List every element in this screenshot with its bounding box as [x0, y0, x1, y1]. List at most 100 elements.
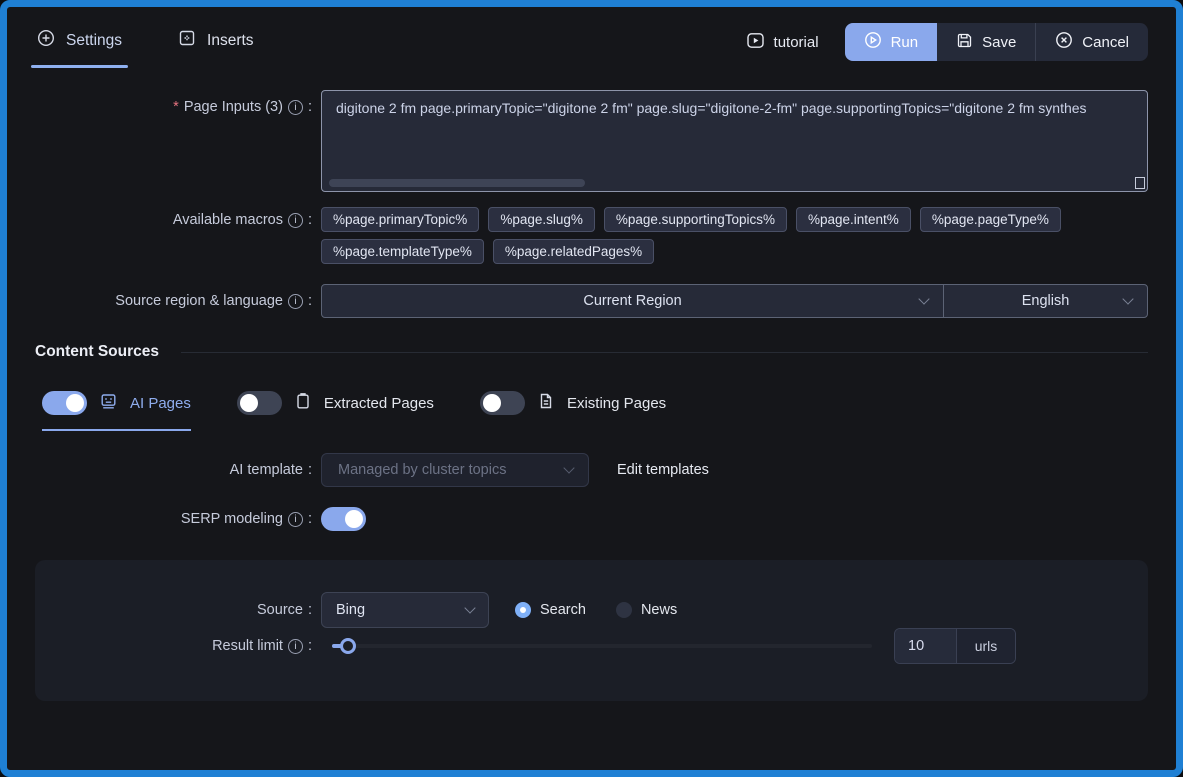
horizontal-scrollbar[interactable] [329, 179, 585, 187]
macro-chip[interactable]: %page.slug% [488, 207, 595, 232]
source-select[interactable]: Bing [321, 592, 489, 628]
language-select[interactable]: English [943, 285, 1147, 317]
info-icon[interactable]: i [288, 213, 303, 228]
page-inputs-control: digitone 2 fm page.primaryTopic="digiton… [321, 90, 1148, 192]
chevron-down-icon [563, 462, 574, 473]
info-icon[interactable]: i [288, 639, 303, 654]
search-radio-item[interactable]: Search [515, 602, 586, 618]
tab-inserts[interactable]: Inserts [176, 23, 256, 68]
cancel-label: Cancel [1082, 34, 1129, 51]
page-inputs-label: * Page Inputs (3) i : [35, 90, 312, 115]
info-icon[interactable]: i [288, 100, 303, 115]
region-language-label: Source region & language i : [35, 293, 312, 309]
content-source-toggles: AI Pages Extracted Pages Existing Pages [42, 391, 1148, 431]
chevron-down-icon [1122, 293, 1133, 304]
extracted-pages-label: Extracted Pages [324, 395, 434, 412]
extracted-pages-toggle-item[interactable]: Extracted Pages [237, 391, 434, 431]
macro-chip[interactable]: %page.supportingTopics% [604, 207, 787, 232]
ai-pages-label: AI Pages [130, 395, 191, 412]
ai-pages-toggle-item[interactable]: AI Pages [42, 391, 191, 431]
region-select-value: Current Region [583, 293, 681, 309]
language-select-value: English [1022, 293, 1070, 309]
robot-icon [99, 392, 118, 415]
serp-modeling-switch[interactable] [321, 507, 366, 531]
serp-modeling-row: SERP modeling i : [35, 507, 1148, 531]
source-select-value: Bing [336, 602, 365, 618]
ai-template-label: AI template : [35, 462, 312, 478]
play-circle-icon [864, 31, 882, 53]
result-limit-slider[interactable] [332, 628, 872, 664]
news-radio-item[interactable]: News [616, 602, 677, 618]
serp-settings-panel: Source : Bing Search News [35, 560, 1148, 701]
resize-handle[interactable] [1135, 177, 1145, 189]
macro-chip[interactable]: %page.intent% [796, 207, 911, 232]
content-sources-title: Content Sources [35, 343, 159, 361]
slider-track[interactable] [332, 644, 872, 648]
page-inputs-textarea[interactable]: digitone 2 fm page.primaryTopic="digiton… [321, 90, 1148, 192]
divider [181, 352, 1148, 353]
region-select[interactable]: Current Region [322, 285, 943, 317]
cancel-button[interactable]: Cancel [1035, 23, 1148, 61]
search-radio[interactable] [515, 602, 531, 618]
ai-pages-switch[interactable] [42, 391, 87, 415]
run-button[interactable]: Run [845, 23, 938, 61]
video-play-icon [746, 31, 765, 54]
tab-inserts-label: Inserts [207, 32, 254, 50]
result-limit-row: Result limit i : 10 urls [35, 628, 1148, 664]
run-label: Run [891, 34, 919, 51]
macros-label: Available macros i : [35, 207, 312, 228]
chevron-down-icon [464, 602, 475, 613]
news-radio[interactable] [616, 602, 632, 618]
save-button[interactable]: Save [937, 23, 1035, 61]
action-button-group: Run Save [845, 23, 1148, 61]
header: Settings Inserts [7, 7, 1176, 68]
macro-chip[interactable]: %page.pageType% [920, 207, 1061, 232]
region-language-selects: Current Region English [321, 284, 1148, 318]
header-actions: tutorial Run [746, 23, 1148, 61]
plus-circle-icon [37, 29, 55, 52]
source-type-radios: Search News [515, 602, 677, 618]
tutorial-label: tutorial [774, 34, 819, 51]
existing-pages-switch[interactable] [480, 391, 525, 415]
info-icon[interactable]: i [288, 294, 303, 309]
ai-template-select[interactable]: Managed by cluster topics [321, 453, 589, 487]
app-window: Settings Inserts [0, 0, 1183, 777]
tab-settings[interactable]: Settings [35, 23, 124, 68]
page-inputs-row: * Page Inputs (3) i : digitone 2 fm page… [35, 90, 1148, 192]
macro-chip[interactable]: %page.primaryTopic% [321, 207, 479, 232]
source-label: Source : [35, 602, 312, 618]
edit-templates-link[interactable]: Edit templates [617, 462, 709, 478]
page-inputs-value: digitone 2 fm page.primaryTopic="digiton… [336, 100, 1087, 116]
chevron-down-icon [918, 293, 929, 304]
close-circle-icon [1055, 31, 1073, 53]
macro-chip[interactable]: %page.relatedPages% [493, 239, 654, 264]
slider-handle[interactable] [340, 638, 356, 654]
tab-bar: Settings Inserts [35, 23, 256, 68]
save-label: Save [982, 34, 1016, 51]
search-radio-label: Search [540, 602, 586, 618]
news-radio-label: News [641, 602, 677, 618]
info-icon[interactable]: i [288, 512, 303, 527]
document-icon [537, 392, 555, 414]
result-limit-input-group: 10 urls [894, 628, 1016, 664]
serp-modeling-label: SERP modeling i : [35, 511, 312, 527]
clipboard-icon [294, 392, 312, 414]
required-marker: * [173, 99, 179, 115]
result-limit-label: Result limit i : [35, 638, 312, 654]
source-row: Source : Bing Search News [35, 592, 1148, 628]
inserts-icon [178, 29, 196, 52]
existing-pages-toggle-item[interactable]: Existing Pages [480, 391, 666, 431]
existing-pages-label: Existing Pages [567, 395, 666, 412]
region-language-row: Source region & language i : Current Reg… [35, 284, 1148, 318]
result-limit-input[interactable]: 10 [895, 629, 957, 663]
macro-chip[interactable]: %page.templateType% [321, 239, 484, 264]
tab-settings-label: Settings [66, 32, 122, 50]
macro-chips: %page.primaryTopic% %page.slug% %page.su… [321, 207, 1148, 264]
macros-row: Available macros i : %page.primaryTopic%… [35, 207, 1148, 264]
content-sources-header: Content Sources [35, 343, 1148, 361]
result-limit-unit: urls [957, 629, 1015, 663]
ai-template-select-value: Managed by cluster topics [338, 462, 506, 478]
tutorial-link[interactable]: tutorial [746, 31, 819, 54]
ai-template-row: AI template : Managed by cluster topics … [35, 453, 1148, 487]
extracted-pages-switch[interactable] [237, 391, 282, 415]
